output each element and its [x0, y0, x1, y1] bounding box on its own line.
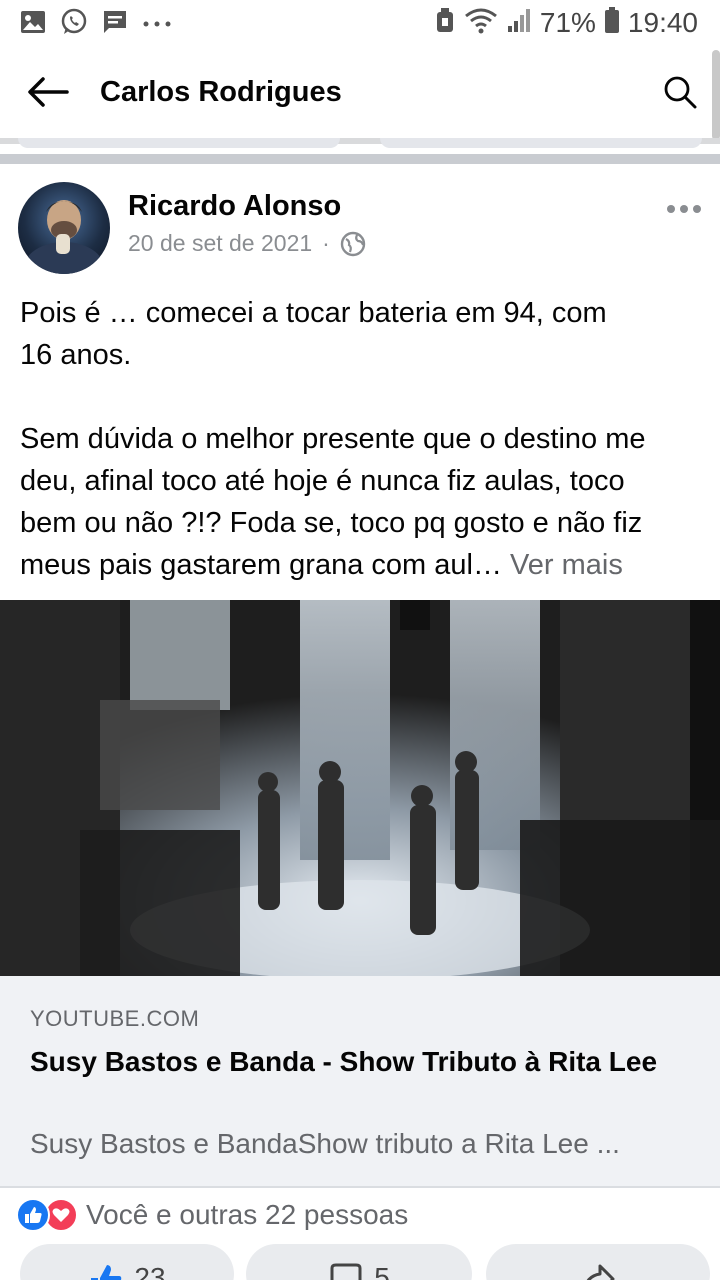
scrollbar[interactable] [712, 50, 720, 140]
comment-button[interactable]: 5 [246, 1244, 472, 1280]
back-button[interactable] [24, 68, 72, 116]
avatar[interactable] [18, 182, 110, 274]
search-icon [664, 76, 697, 109]
link-domain: YOUTUBE.COM [30, 1006, 200, 1031]
share-icon [586, 1264, 615, 1280]
meta-separator: · [322, 230, 330, 256]
whatsapp-icon [60, 8, 88, 41]
post-text-line: 16 anos. [20, 339, 132, 371]
alarm-icon [434, 6, 456, 39]
thumbs-up-icon [91, 1265, 122, 1280]
status-notifications [20, 8, 172, 41]
arrow-left-icon [28, 77, 69, 107]
like-reaction-icon [16, 1198, 50, 1232]
reactions-summary[interactable]: Você e outras 22 pessoas [16, 1198, 408, 1232]
post-text-last-line: meus pais gastarem grana com aul… Ver ma… [20, 544, 710, 586]
comment-count: 5 [374, 1262, 390, 1280]
video-thumbnail[interactable] [0, 600, 720, 976]
link-title: Susy Bastos e Banda - Show Tributo à Rit… [30, 1046, 658, 1077]
see-more-link[interactable]: Ver mais [510, 549, 623, 581]
reactions-text: Você e outras 22 pessoas [86, 1199, 409, 1230]
share-button[interactable] [486, 1244, 710, 1280]
like-count: 23 [134, 1262, 166, 1280]
post-actions: 23 5 [0, 1244, 720, 1280]
partial-buttons-row [0, 138, 720, 154]
message-icon [102, 9, 128, 40]
search-button[interactable] [658, 70, 702, 114]
status-bar: 71% 19:40 [0, 0, 720, 46]
post-text-line: Pois é … comecei a tocar bateria em 94, … [20, 297, 607, 329]
app-header: Carlos Rodrigues [0, 46, 720, 138]
link-description: Susy Bastos e BandaShow tributo a Rita L… [30, 1128, 620, 1159]
post-options-button[interactable] [662, 194, 706, 224]
post-text-line: bem ou não ?!? Foda se, toco pq gosto e … [20, 507, 643, 539]
clock: 19:40 [627, 6, 698, 38]
battery-percent: 71% [539, 6, 596, 38]
comment-icon [330, 1263, 362, 1280]
status-system: 71% 19:40 [434, 6, 698, 39]
page-title: Carlos Rodrigues [100, 76, 342, 108]
post-text-line: deu, afinal toco até hoje é nunca fiz au… [20, 465, 625, 497]
globe-icon [340, 231, 366, 256]
divider [0, 154, 720, 164]
feed-post: Ricardo Alonso 20 de set de 2021 · Pois … [0, 164, 720, 1280]
post-text-blank [20, 376, 710, 418]
post-meta: 20 de set de 2021 · [128, 230, 366, 257]
more-notifications-icon [142, 16, 172, 34]
post-text-truncated: meus pais gastarem grana com aul… [20, 549, 502, 581]
like-button[interactable]: 23 [20, 1244, 234, 1280]
post-date[interactable]: 20 de set de 2021 [128, 230, 312, 257]
post-text: Pois é … comecei a tocar bateria em 94, … [20, 292, 710, 586]
post-text-line: Sem dúvida o melhor presente que o desti… [20, 423, 646, 455]
wifi-icon [464, 6, 498, 39]
signal-icon [506, 6, 532, 39]
battery-icon [604, 6, 620, 39]
link-preview-card[interactable]: YOUTUBE.COM Susy Bastos e Banda - Show T… [0, 976, 720, 1188]
post-author[interactable]: Ricardo Alonso [128, 190, 341, 223]
gallery-icon [20, 9, 46, 40]
